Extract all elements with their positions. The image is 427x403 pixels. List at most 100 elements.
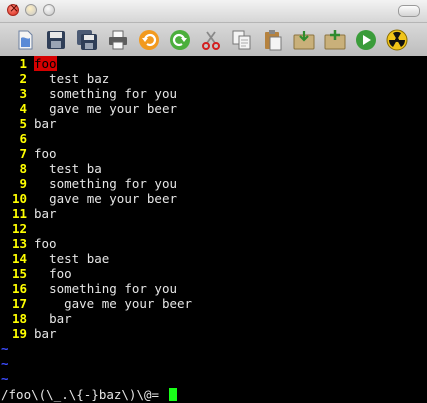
- line-content: bar: [34, 326, 57, 341]
- line-number: 1: [19, 56, 27, 71]
- line-content: something for you: [49, 86, 177, 101]
- line-text: gave me your beer: [34, 101, 177, 116]
- line-number: 16: [11, 281, 27, 296]
- scissors-icon: [201, 30, 220, 50]
- buffer-line[interactable]: 2 test baz: [0, 71, 427, 86]
- save-all-icon: [76, 29, 97, 50]
- gutter-gap: [27, 296, 34, 311]
- line-content: gave me your beer: [64, 296, 193, 311]
- buffer-line[interactable]: 1 foo: [0, 56, 427, 71]
- paste-icon: [264, 29, 281, 50]
- buffer-line[interactable]: 10 gave me your beer: [0, 191, 427, 206]
- editor-buffer[interactable]: 1 foo 2 test baz 3 something for you 4 gave …: [0, 56, 427, 403]
- redo-button[interactable]: [167, 27, 192, 52]
- line-number: 10: [11, 191, 27, 206]
- gvim-window: 1foo2 test baz3 something for you4 gave …: [0, 0, 427, 403]
- empty-line-marker: ~: [0, 356, 427, 371]
- tilde-marker: ~: [1, 356, 9, 371]
- redo-icon: [169, 29, 190, 50]
- gutter-gap: [27, 311, 34, 326]
- line-text: test bae: [34, 251, 109, 266]
- line-text: bar: [34, 116, 57, 131]
- buffer-line[interactable]: 17 gave me your beer: [0, 296, 427, 311]
- buffer-line[interactable]: 15 foo: [0, 266, 427, 281]
- buffer-line[interactable]: 16 something for you: [0, 281, 427, 296]
- zoom-window-button[interactable]: [43, 4, 55, 16]
- save-button[interactable]: [43, 27, 68, 52]
- line-content: something for you: [49, 176, 177, 191]
- gutter-gap: [27, 236, 34, 251]
- buffer-line[interactable]: 11 bar: [0, 206, 427, 221]
- empty-line-marker: ~: [0, 341, 427, 356]
- buffer-line[interactable]: 12: [0, 221, 427, 236]
- print-button[interactable]: [105, 27, 130, 52]
- command-line[interactable]: /foo\(\_.\{-}baz\)\@=: [0, 387, 177, 402]
- load-session-icon: [293, 30, 314, 49]
- line-number: 15: [11, 266, 27, 281]
- line-number: 4: [19, 101, 27, 116]
- save-session-button[interactable]: [322, 27, 347, 52]
- line-text: foo: [34, 236, 57, 251]
- print-icon: [108, 30, 127, 49]
- line-text: bar: [34, 311, 72, 326]
- buffer-line[interactable]: 5 bar: [0, 116, 427, 131]
- buffer-line[interactable]: 7 foo: [0, 146, 427, 161]
- save-all-button[interactable]: [74, 27, 99, 52]
- line-text: foo: [34, 56, 57, 71]
- toolbar-toggle-button[interactable]: [398, 5, 420, 17]
- line-number: 3: [19, 86, 27, 101]
- cut-button[interactable]: [198, 27, 223, 52]
- line-number: 17: [11, 296, 27, 311]
- buffer-line[interactable]: 9 something for you: [0, 176, 427, 191]
- line-content: foo: [49, 266, 72, 281]
- gutter-gap: [27, 221, 34, 236]
- gutter-gap: [27, 86, 34, 101]
- radiation-icon: [386, 29, 407, 50]
- buffer-line[interactable]: 4 gave me your beer: [0, 101, 427, 116]
- line-content: bar: [49, 311, 72, 326]
- load-session-button[interactable]: [291, 27, 316, 52]
- copy-button[interactable]: [229, 27, 254, 52]
- buffer-line[interactable]: 6: [0, 131, 427, 146]
- save-session-icon: [324, 29, 345, 49]
- line-content: gave me your beer: [49, 101, 177, 116]
- line-content: bar: [34, 206, 57, 221]
- buffer-line[interactable]: 3 something for you: [0, 86, 427, 101]
- gutter-gap: [27, 116, 34, 131]
- paste-button[interactable]: [260, 27, 285, 52]
- undo-button[interactable]: [136, 27, 161, 52]
- line-number: 8: [19, 161, 27, 176]
- gutter-gap: [27, 71, 34, 86]
- tilde-marker: ~: [1, 341, 9, 356]
- open-button[interactable]: [12, 27, 37, 52]
- line-text: test baz: [34, 71, 109, 86]
- buffer-line[interactable]: 18 bar: [0, 311, 427, 326]
- line-text: gave me your beer: [34, 191, 177, 206]
- buffer-lines: 1 foo 2 test baz 3 something for you 4 gave …: [0, 56, 427, 341]
- search-match: foo: [34, 56, 57, 71]
- buffer-line[interactable]: 19 bar: [0, 326, 427, 341]
- gutter-gap: [27, 266, 34, 281]
- gutter-gap: [27, 206, 34, 221]
- line-number: 13: [11, 236, 27, 251]
- close-window-button[interactable]: [7, 1, 19, 16]
- line-number: 7: [19, 146, 27, 161]
- minimize-window-button[interactable]: [25, 4, 37, 16]
- buffer-line[interactable]: 14 test bae: [0, 251, 427, 266]
- gutter-gap: [27, 131, 34, 146]
- undo-icon: [138, 29, 159, 50]
- save-icon: [46, 30, 65, 49]
- line-number: 12: [11, 221, 27, 236]
- buffer-line[interactable]: 8 test ba: [0, 161, 427, 176]
- gutter-gap: [27, 251, 34, 266]
- buffer-line[interactable]: 13 foo: [0, 236, 427, 251]
- make-button[interactable]: [384, 27, 409, 52]
- open-icon: [18, 30, 32, 49]
- run-button[interactable]: [353, 27, 378, 52]
